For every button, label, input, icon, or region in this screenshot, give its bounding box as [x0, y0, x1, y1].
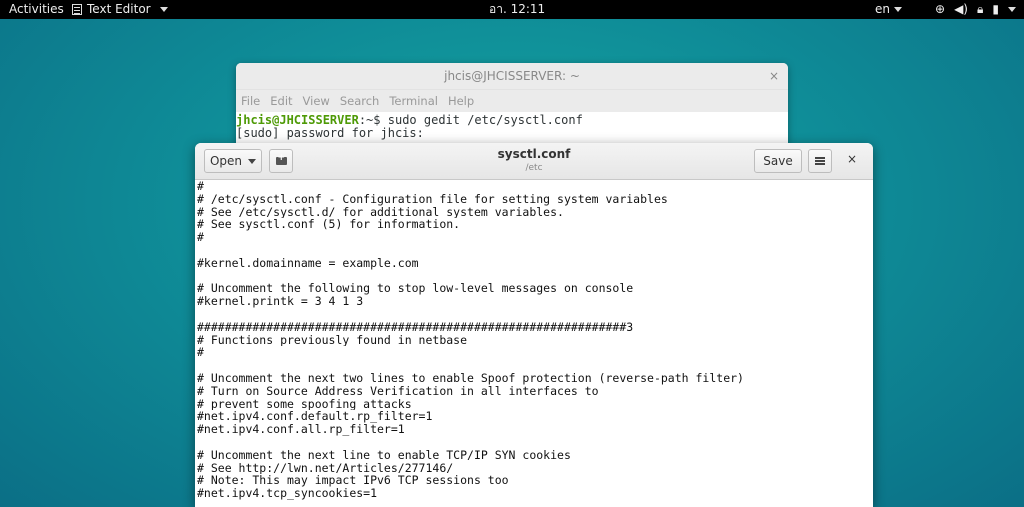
editor-line: # — [197, 346, 204, 360]
editor-line: ########################################… — [197, 320, 634, 334]
menu-edit[interactable]: Edit — [270, 90, 292, 112]
chevron-down-icon — [894, 7, 902, 12]
editor-line: # — [197, 180, 204, 193]
top-bar: Activities Text Editor อา. 12:11 en ⊕ ◀)… — [0, 0, 1024, 19]
editor-line: # Turn on Source Address Verification in… — [197, 384, 599, 398]
clock[interactable]: อา. 12:11 — [489, 0, 545, 19]
chevron-down-icon — [159, 7, 168, 12]
hamburger-icon — [815, 160, 825, 162]
menu-view[interactable]: View — [303, 90, 330, 112]
hamburger-menu-button[interactable] — [808, 149, 832, 173]
editor-line: #net.ipv4.tcp_syncookies=1 — [197, 487, 378, 500]
terminal-command: sudo gedit /etc/sysctl.conf — [380, 113, 583, 127]
menu-file[interactable]: File — [241, 90, 260, 112]
editor-line: # — [197, 231, 204, 244]
menu-help[interactable]: Help — [448, 90, 474, 112]
editor-line: # Uncomment the next line to enable TCP/… — [197, 448, 571, 462]
editor-line: # Functions previously found in netbase — [197, 333, 468, 347]
editor-line: #kernel.printk = 3 4 1 3 — [197, 295, 364, 308]
editor-line: # prevent some spoofing attacks — [197, 397, 412, 411]
editor-line: # See /etc/sysctl.d/ for additional syst… — [197, 205, 564, 219]
activities-button[interactable]: Activities — [9, 0, 64, 19]
input-language-menu[interactable]: en — [875, 0, 902, 19]
terminal-window[interactable]: jhcis@JHCISSERVER: ~ × File Edit View Se… — [236, 63, 788, 153]
prompt-path: :~$ — [358, 113, 381, 127]
terminal-line: [sudo] password for jhcis: — [236, 126, 424, 140]
volume-icon: ◀) — [954, 2, 968, 16]
battery-icon: ▮ — [992, 2, 999, 16]
terminal-menubar: File Edit View Search Terminal Help — [236, 90, 788, 112]
gedit-headerbar[interactable]: Open sysctl.conf /etc Save × — [195, 143, 873, 180]
network-icon: ⊕ — [935, 2, 946, 16]
prompt-user: jhcis@JHCISSERVER — [236, 113, 359, 127]
save-button[interactable]: Save — [754, 149, 802, 173]
terminal-title: jhcis@JHCISSERVER: ~ — [444, 69, 580, 83]
editor-line: #net.ipv4.conf.all.rp_filter=1 — [197, 423, 405, 436]
editor-line: # /etc/sysctl.conf - Configuration file … — [197, 192, 668, 206]
menu-terminal[interactable]: Terminal — [389, 90, 438, 112]
terminal-titlebar[interactable]: jhcis@JHCISSERVER: ~ × — [236, 63, 788, 90]
app-menu-label: Text Editor — [87, 2, 151, 16]
terminal-output[interactable]: jhcis@JHCISSERVER:~$ sudo gedit /etc/sys… — [236, 112, 788, 140]
lock-icon: 🔒︎ — [977, 2, 984, 16]
editor-line: # Note: This may impact IPv6 TCP session… — [197, 474, 509, 488]
editor-line: #net.ipv4.conf.default.rp_filter=1 — [197, 410, 433, 424]
close-icon[interactable]: × — [769, 63, 779, 89]
editor-line: #kernel.domainname = example.com — [197, 256, 419, 270]
app-menu[interactable]: Text Editor — [72, 0, 168, 19]
editor-line: # See sysctl.conf (5) for information. — [197, 218, 461, 232]
editor-line: # Uncomment the next two lines to enable… — [197, 371, 744, 385]
close-icon[interactable]: × — [847, 152, 857, 166]
system-menu[interactable]: ⊕ ◀) 🔒︎ ▮ — [935, 0, 1016, 19]
editor-line: # Uncomment the following to stop low-le… — [197, 282, 634, 296]
text-editor-area[interactable]: # # /etc/sysctl.conf - Configuration file… — [195, 180, 873, 507]
chevron-down-icon — [1008, 7, 1016, 12]
text-editor-icon — [72, 4, 82, 15]
language-label: en — [875, 2, 890, 16]
menu-search[interactable]: Search — [340, 90, 380, 112]
gedit-window[interactable]: Open sysctl.conf /etc Save × ## /etc/sys… — [195, 143, 873, 507]
editor-line: # See http://lwn.net/Articles/277146/ — [197, 461, 454, 475]
